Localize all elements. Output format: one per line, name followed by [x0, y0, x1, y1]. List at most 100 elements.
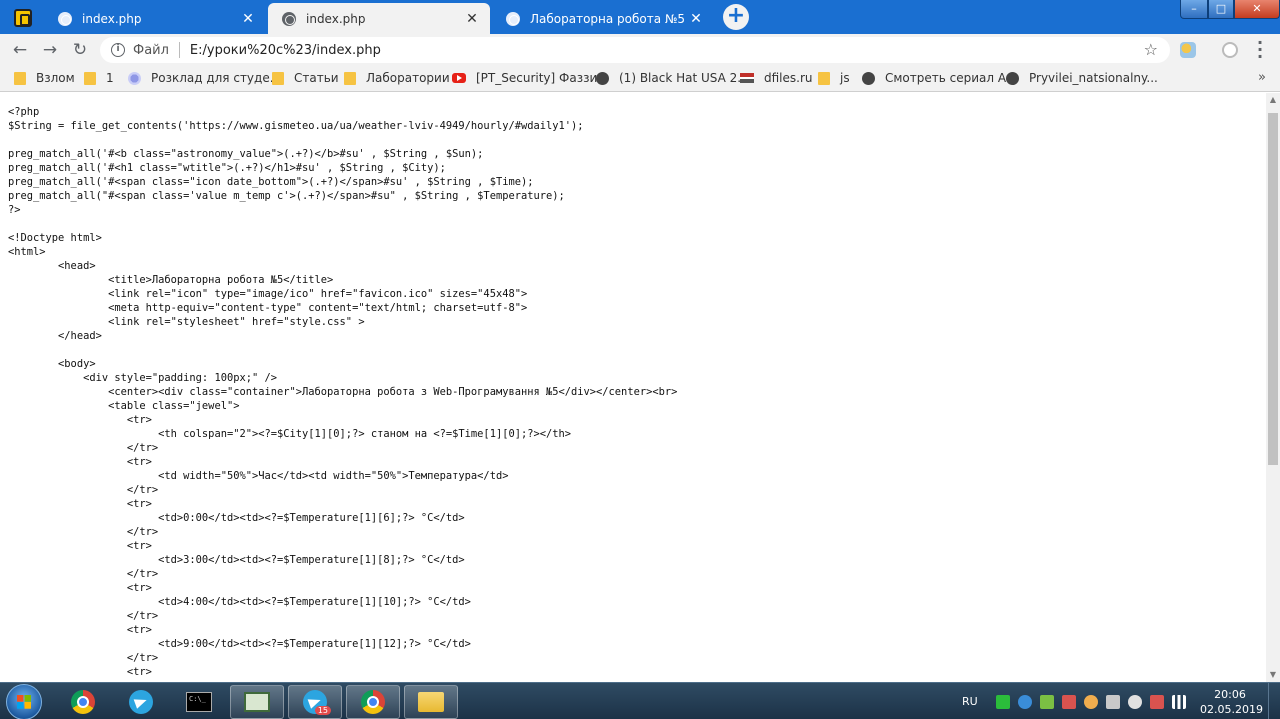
- folder-icon: [272, 71, 284, 85]
- code-line: preg_match_all('#<h1 class="wtitle">(.+?…: [8, 162, 446, 174]
- code-line: <table class="jewel">: [8, 400, 240, 412]
- tray-flag-icon[interactable]: [1149, 694, 1164, 709]
- close-tab-icon[interactable]: ✕: [464, 11, 480, 27]
- tray-shield-icon[interactable]: [1039, 694, 1054, 709]
- code-line: <title>Лабораторна робота №5</title>: [8, 274, 334, 286]
- folder-icon: [818, 71, 830, 85]
- code-line: <td>0:00</td><td><?=$Temperature[1][6];?…: [8, 512, 465, 524]
- bookmark-item[interactable]: Розклад для студе...: [128, 70, 281, 86]
- bookmark-item[interactable]: Лаборатории: [344, 70, 450, 86]
- globe-icon: [282, 11, 296, 26]
- address-bar[interactable]: i Файл E:/уроки%20c%23/index.php ☆: [100, 37, 1170, 63]
- code-line: <html>: [8, 246, 46, 258]
- monitor-icon: [244, 692, 270, 712]
- bookmark-item[interactable]: [PT_Security] Фаззи...: [452, 70, 609, 86]
- code-line: <center><div class="container">Лаборатор…: [8, 386, 678, 398]
- bookmark-item[interactable]: Взлом: [14, 70, 75, 86]
- tab-title: index.php: [82, 11, 142, 26]
- code-line: $String = file_get_contents('https://www…: [8, 120, 584, 132]
- tray-tool-icon[interactable]: [1061, 694, 1076, 709]
- command-prompt-icon: C:\_: [186, 692, 212, 712]
- globe-icon: [58, 11, 72, 26]
- profile-avatar-icon[interactable]: [1222, 42, 1238, 58]
- tab-2-active[interactable]: index.php ✕: [268, 3, 490, 34]
- bookmarks-overflow-button[interactable]: »: [1258, 70, 1266, 85]
- close-tab-icon[interactable]: ✕: [240, 11, 256, 27]
- bookmark-item[interactable]: js: [818, 70, 850, 86]
- menu-dots-icon[interactable]: · · ·: [1254, 35, 1266, 65]
- code-line: <tr>: [8, 624, 152, 636]
- bookmark-item[interactable]: dfiles.ru: [740, 70, 813, 86]
- code-line: <body>: [8, 358, 96, 370]
- taskbar-cmd[interactable]: C:\_: [172, 685, 226, 719]
- code-line: </tr>: [8, 652, 159, 664]
- clock-time: 20:06: [1214, 688, 1246, 701]
- taskbar-chrome[interactable]: [56, 685, 110, 719]
- taskbar-telegram[interactable]: [114, 685, 168, 719]
- maximize-button[interactable]: □: [1208, 0, 1234, 19]
- code-line: <head>: [8, 260, 96, 272]
- taskbar-monitor[interactable]: [230, 685, 284, 719]
- clock-date: 02.05.2019: [1200, 703, 1263, 716]
- start-button[interactable]: [6, 684, 42, 719]
- extension-icon[interactable]: [1180, 42, 1196, 58]
- scroll-down-arrow-icon[interactable]: ▼: [1266, 668, 1280, 682]
- code-line: preg_match_all("#<span class='value m_te…: [8, 190, 565, 202]
- github-icon: [862, 71, 875, 85]
- address-separator: [178, 42, 180, 58]
- signal-strength-icon[interactable]: [1171, 694, 1186, 709]
- tray-notification-icon[interactable]: [1083, 694, 1098, 709]
- language-indicator[interactable]: RU: [962, 695, 978, 708]
- tab-1[interactable]: index.php ✕: [44, 3, 266, 34]
- url-text[interactable]: E:/уроки%20c%23/index.php: [190, 43, 381, 58]
- code-line: <link rel="icon" type="image/ico" href="…: [8, 288, 528, 300]
- tray-app-icon[interactable]: [995, 694, 1010, 709]
- show-desktop-button[interactable]: [1268, 683, 1280, 719]
- code-line: <link rel="stylesheet" href="style.css" …: [8, 316, 365, 328]
- tray-network-icon[interactable]: [1105, 694, 1120, 709]
- bookmark-item[interactable]: 1: [84, 70, 114, 86]
- back-arrow-icon[interactable]: ←: [9, 39, 31, 61]
- tab-3[interactable]: Лабораторна робота №5 ✕: [492, 3, 714, 34]
- code-line: <?php: [8, 106, 40, 118]
- code-line: <tr>: [8, 498, 152, 510]
- code-line: </head>: [8, 330, 102, 342]
- forward-arrow-icon[interactable]: →: [39, 39, 61, 61]
- scrollbar-thumb[interactable]: [1268, 113, 1278, 465]
- explorer-folder-icon: [418, 692, 444, 712]
- pinned-tab[interactable]: [6, 4, 40, 32]
- bookmark-star-icon[interactable]: ☆: [1144, 40, 1158, 59]
- bookmark-item[interactable]: Pryvilei_natsionalny...: [1006, 70, 1158, 86]
- tab-title: Лабораторна робота №5: [530, 11, 686, 26]
- youtube-icon: [452, 73, 466, 83]
- bookmark-item[interactable]: Статьи: [272, 70, 339, 86]
- close-window-button[interactable]: ✕: [1234, 0, 1280, 19]
- system-clock[interactable]: 20:06 02.05.2019: [1200, 687, 1263, 717]
- taskbar-explorer[interactable]: [404, 685, 458, 719]
- code-line: </tr>: [8, 568, 159, 580]
- bookmark-item[interactable]: (1) Black Hat USA 2...: [596, 70, 749, 86]
- reload-icon[interactable]: ↻: [69, 39, 91, 61]
- close-tab-icon[interactable]: ✕: [688, 11, 704, 27]
- new-tab-button[interactable]: +: [723, 4, 749, 30]
- dfiles-icon: [740, 73, 754, 83]
- code-line: <th colspan="2"><?=$City[1][0];?> станом…: [8, 428, 572, 440]
- code-line: <td>3:00</td><td><?=$Temperature[1][8];?…: [8, 554, 465, 566]
- taskbar-telegram-running[interactable]: 15: [288, 685, 342, 719]
- taskbar-chrome-running[interactable]: [346, 685, 400, 719]
- tab-title: index.php: [306, 11, 366, 26]
- code-line: </tr>: [8, 442, 159, 454]
- tray-sync-icon[interactable]: [1017, 694, 1032, 709]
- code-line: <tr>: [8, 414, 152, 426]
- minimize-button[interactable]: –: [1180, 0, 1208, 19]
- code-line: </tr>: [8, 610, 159, 622]
- bookmark-item[interactable]: Смотреть сериал А...: [862, 70, 1018, 86]
- vertical-scrollbar[interactable]: ▲ ▼: [1266, 93, 1280, 682]
- bookmarks-bar: Взлом 1 Розклад для студе... Статьи Лабо…: [0, 64, 1280, 92]
- code-line: <!Doctype html>: [8, 232, 102, 244]
- info-icon[interactable]: i: [111, 43, 125, 57]
- folder-icon: [14, 71, 26, 85]
- volume-icon[interactable]: [1127, 694, 1142, 709]
- chrome-icon: [71, 690, 95, 714]
- scroll-up-arrow-icon[interactable]: ▲: [1266, 93, 1280, 107]
